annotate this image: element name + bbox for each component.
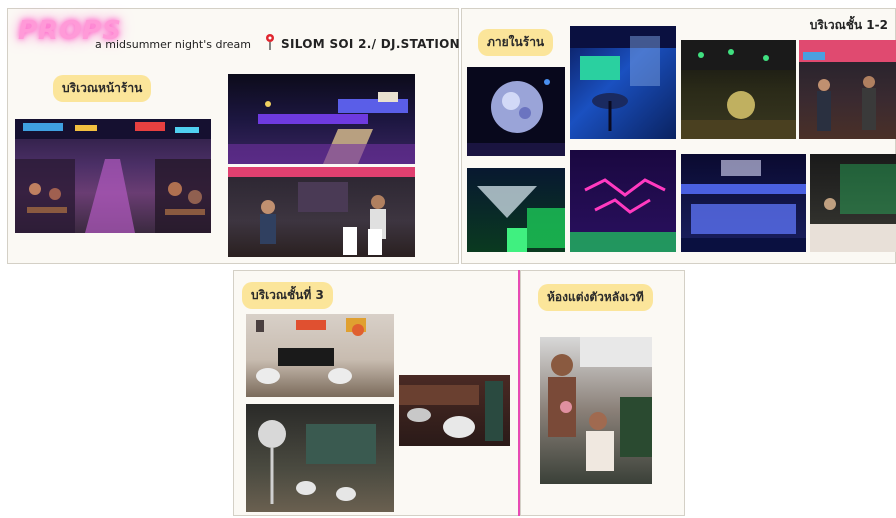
photo-dressing-room (540, 337, 652, 484)
bartenders-scene (799, 40, 896, 131)
street-scene (15, 119, 211, 233)
map-pin-icon (266, 34, 274, 50)
photo-white-bar (810, 154, 896, 252)
photo-blue-lounge (570, 26, 676, 139)
photo-bar-front (228, 167, 415, 257)
location-label: SILOM SOI 2./ DJ.STATION (281, 37, 460, 51)
led-bar-scene (681, 160, 806, 252)
photo-stage-front (228, 74, 415, 164)
photo-lounge-fan (246, 404, 394, 512)
sofa-scene (256, 318, 366, 384)
photo-street-front (15, 119, 211, 233)
tag-third-floor: บริเวณชั้นที่ 3 (242, 282, 333, 309)
stage-scene (228, 92, 415, 164)
location-text: SILOM SOI 2./ DJ.STATION (281, 37, 460, 51)
tag-interior: ภายในร้าน (478, 29, 554, 56)
fan-scene (258, 420, 376, 504)
white-bar-scene (810, 164, 896, 252)
photo-seat-closeup (399, 375, 510, 446)
photo-sofa-room (246, 314, 394, 397)
disco-scene (467, 79, 565, 156)
tag-storefront: บริเวณหน้าร้าน (53, 75, 152, 102)
photo-led-bar (681, 154, 806, 252)
photo-neon-sign (570, 150, 676, 252)
photo-disco-ball (467, 67, 565, 156)
seat-scene (399, 381, 503, 441)
photo-cone-light (467, 168, 565, 252)
tag-backstage: ห้องแต่งตัวหลังเวที (538, 284, 653, 311)
dressing-scene (548, 337, 652, 471)
neon-scene (570, 178, 676, 252)
cone-scene (477, 186, 565, 252)
bar-scene (228, 167, 415, 255)
counter-scene (681, 40, 796, 139)
subtitle: a midsummer night's dream (95, 38, 251, 51)
lounge-scene (570, 26, 676, 131)
photo-bar-counter (681, 40, 796, 139)
floor-label: บริเวณชั้น 1-2 (809, 18, 888, 32)
photo-bartenders (799, 40, 896, 139)
